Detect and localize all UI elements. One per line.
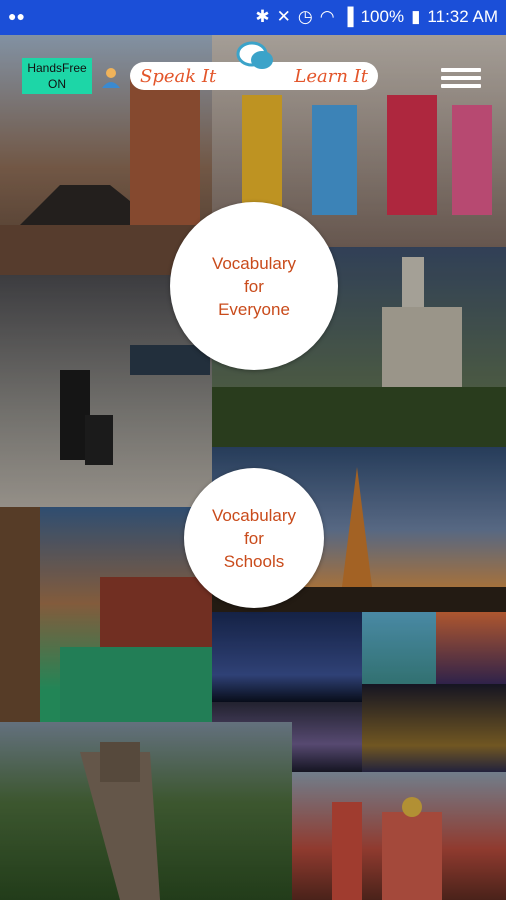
photo-city-night <box>212 612 362 702</box>
logo-text-left: Speak It <box>140 65 217 87</box>
photo-skyline-lights <box>362 684 506 772</box>
signal-icon: ▐ <box>341 7 354 26</box>
photo-liberty <box>362 612 436 684</box>
alarm-icon: ◷ <box>297 7 313 26</box>
photo-venice <box>0 507 212 722</box>
clock: 11:32 AM <box>427 7 498 26</box>
photo-great-wall <box>0 722 292 900</box>
bluetooth-icon: ✱ <box>255 7 270 26</box>
user-icon[interactable] <box>100 66 122 88</box>
hamburger-menu-icon[interactable] <box>441 64 481 92</box>
photo-sunset-city <box>436 612 506 684</box>
status-bar: ●● ✱ ✕ ◷ ◠ ▐ 100% ▮ 11:32 AM <box>0 0 506 35</box>
logo-text-right: Learn It <box>294 65 368 87</box>
battery-text: 100% <box>360 7 405 26</box>
vocabulary-everyone-button[interactable]: Vocabulary for Everyone <box>170 202 338 370</box>
chat-bubbles-icon <box>236 40 276 79</box>
handsfree-state: ON <box>48 77 66 91</box>
mute-icon: ✕ <box>276 7 291 26</box>
vocabulary-schools-button[interactable]: Vocabulary for Schools <box>184 468 324 608</box>
wifi-icon: ◠ <box>319 7 335 26</box>
battery-icon: ▮ <box>411 7 421 26</box>
handsfree-toggle[interactable]: HandsFree ON <box>22 58 92 94</box>
voicemail-icon: ●● <box>8 8 25 24</box>
handsfree-label: HandsFree <box>27 61 87 75</box>
app-logo: Speak It Learn It <box>130 41 378 90</box>
photo-kazan-church <box>292 772 506 900</box>
